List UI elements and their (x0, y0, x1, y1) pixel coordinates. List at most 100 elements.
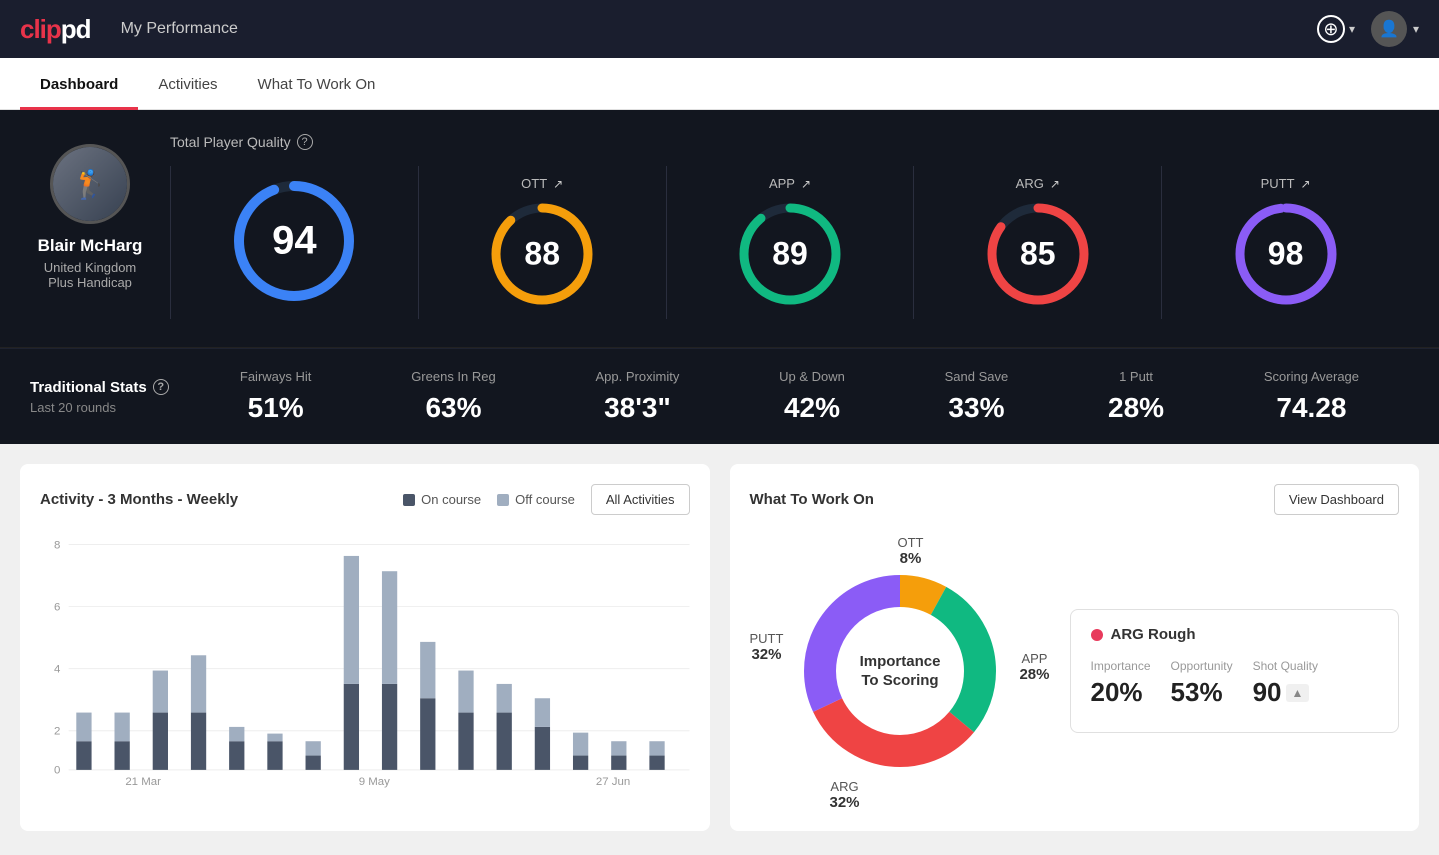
arg-ring: 85 (983, 199, 1093, 309)
shot-quality-metric: Shot Quality 90 ▲ (1253, 659, 1318, 708)
quality-scores: 94 OTT ↗ 88 APP (170, 166, 1409, 319)
bar (573, 733, 588, 756)
svg-text:0: 0 (54, 765, 60, 777)
wtwo-title: What To Work On (750, 491, 874, 508)
app-label: APP ↗ (769, 176, 811, 191)
putt-label: PUTT ↗ (1261, 176, 1311, 191)
chart-area: 8 6 4 2 0 (40, 531, 690, 791)
add-button[interactable]: ⊕ ▾ (1317, 15, 1355, 43)
arrow-icon: ↗ (1050, 177, 1060, 191)
wtwo-header: What To Work On View Dashboard (750, 484, 1400, 515)
avatar-icon: 👤 (1379, 19, 1399, 39)
bar (611, 741, 626, 755)
activity-chart-card: Activity - 3 Months - Weekly On course O… (20, 464, 710, 831)
bar (115, 713, 130, 742)
chart-header: Activity - 3 Months - Weekly On course O… (40, 484, 690, 515)
bar (306, 756, 321, 770)
stat-proximity: App. Proximity 38'3" (596, 369, 680, 424)
putt-score-card: PUTT ↗ 98 (1162, 166, 1409, 319)
arg-donut-label: ARG 32% (830, 779, 860, 811)
svg-text:27 Jun: 27 Jun (596, 776, 630, 788)
putt-donut-label: PUTT 32% (750, 631, 784, 663)
header-title: My Performance (121, 20, 238, 38)
svg-text:9 May: 9 May (359, 776, 390, 788)
ott-label: OTT ↗ (521, 176, 563, 191)
arg-value: 85 (1020, 236, 1056, 273)
stat-label: 1 Putt (1119, 369, 1153, 384)
tab-activities[interactable]: Activities (138, 58, 237, 110)
bar (76, 741, 91, 770)
bar (420, 698, 435, 770)
stat-label: Sand Save (945, 369, 1009, 384)
arg-label: ARG ↗ (1016, 176, 1060, 191)
app-value: 89 (772, 236, 808, 273)
detail-card-title: ARG Rough (1091, 626, 1379, 643)
arg-score-card: ARG ↗ 85 (914, 166, 1162, 319)
bar (229, 741, 244, 770)
bar (458, 671, 473, 713)
ott-value: 88 (524, 236, 560, 273)
stat-label: Up & Down (779, 369, 845, 384)
stat-label: App. Proximity (596, 369, 680, 384)
bar (497, 684, 512, 713)
svg-text:Importance: Importance (859, 653, 940, 670)
stat-value: 38'3" (604, 392, 671, 424)
chevron-down-icon: ▾ (1413, 22, 1419, 36)
player-country: United Kingdom (44, 260, 137, 275)
stat-gir: Greens In Reg 63% (411, 369, 496, 424)
total-score-value: 94 (272, 219, 317, 264)
stats-label: Traditional Stats ? Last 20 rounds (30, 379, 190, 415)
bar (344, 556, 359, 684)
stats-row: Traditional Stats ? Last 20 rounds Fairw… (0, 348, 1439, 444)
stat-oneputt: 1 Putt 28% (1108, 369, 1164, 424)
ott-ring: 88 (487, 199, 597, 309)
bar (649, 756, 664, 770)
bar (191, 713, 206, 770)
off-course-dot (497, 494, 509, 506)
bar (344, 684, 359, 770)
app-score-card: APP ↗ 89 (667, 166, 915, 319)
bar (115, 741, 130, 770)
stat-sandsave: Sand Save 33% (945, 369, 1009, 424)
stat-value: 51% (248, 392, 304, 424)
svg-text:2: 2 (54, 726, 60, 738)
bar (420, 642, 435, 698)
bar (229, 727, 244, 741)
avatar[interactable]: 👤 (1371, 11, 1407, 47)
stats-items: Fairways Hit 51% Greens In Reg 63% App. … (190, 369, 1409, 424)
scores-band: 🏌️ Blair McHarg United Kingdom Plus Hand… (0, 110, 1439, 348)
detail-card: ARG Rough Importance 20% Opportunity 53%… (1070, 609, 1400, 733)
tab-dashboard[interactable]: Dashboard (20, 58, 138, 110)
stat-updown: Up & Down 42% (779, 369, 845, 424)
stat-value: 74.28 (1276, 392, 1346, 424)
info-icon[interactable]: ? (153, 379, 169, 395)
header-right: ⊕ ▾ 👤 ▾ (1317, 11, 1419, 47)
all-activities-button[interactable]: All Activities (591, 484, 690, 515)
stat-value: 33% (948, 392, 1004, 424)
stat-value: 42% (784, 392, 840, 424)
arrow-icon: ↗ (1301, 177, 1311, 191)
arrow-icon: ↗ (801, 177, 811, 191)
player-avatar: 🏌️ (50, 144, 130, 224)
info-icon[interactable]: ? (297, 134, 313, 150)
importance-metric: Importance 20% (1091, 659, 1151, 708)
view-dashboard-button[interactable]: View Dashboard (1274, 484, 1399, 515)
stat-value: 28% (1108, 392, 1164, 424)
svg-text:21 Mar: 21 Mar (125, 776, 161, 788)
stats-subtitle: Last 20 rounds (30, 400, 190, 415)
app-donut-label: APP 28% (1019, 651, 1049, 683)
app-ring: 89 (735, 199, 845, 309)
stat-label: Scoring Average (1264, 369, 1359, 384)
tab-what-to-work-on[interactable]: What To Work On (238, 58, 396, 110)
opportunity-metric: Opportunity 53% (1171, 659, 1233, 708)
total-score-card: 94 (170, 166, 419, 319)
chevron-down-icon: ▾ (1349, 22, 1355, 36)
wtwo-body: Importance To Scoring OTT 8% APP 28% ARG (750, 531, 1400, 811)
detail-metrics: Importance 20% Opportunity 53% Shot Qual… (1091, 659, 1379, 708)
add-circle-icon: ⊕ (1317, 15, 1345, 43)
quality-section: Total Player Quality ? 94 OTT ↗ (170, 134, 1409, 319)
putt-ring: 98 (1231, 199, 1341, 309)
stat-label: Fairways Hit (240, 369, 312, 384)
stat-fairways: Fairways Hit 51% (240, 369, 312, 424)
player-handicap: Plus Handicap (48, 275, 132, 290)
